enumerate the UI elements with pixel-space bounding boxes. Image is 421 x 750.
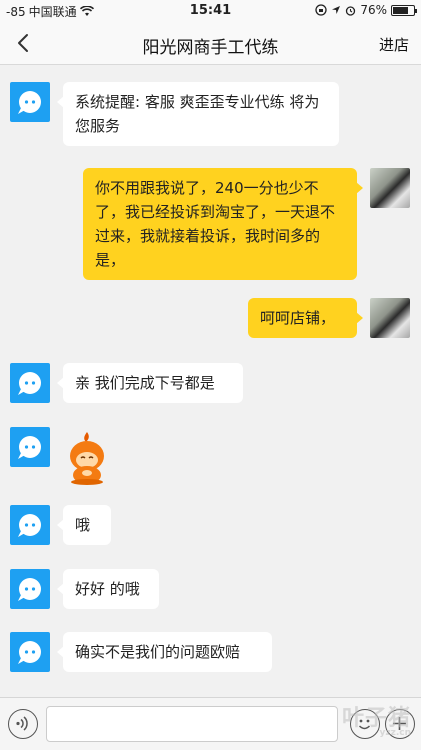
message-bubble[interactable]: 亲 我们完成下号都是 [57, 363, 243, 403]
chat-bot-icon [18, 514, 41, 537]
shop-avatar[interactable] [10, 82, 50, 122]
chat-bot-icon [18, 436, 41, 459]
message-bubble[interactable]: 系统提醒: 客服 爽歪歪专业代练 将为您服务 [57, 82, 339, 146]
nav-bar: 阳光网商手工代练 进店 [0, 22, 421, 65]
page-title: 阳光网商手工代练 [142, 38, 279, 58]
battery-icon [391, 4, 417, 16]
orange-mascot-emoji-icon [70, 432, 104, 485]
battery-fill [393, 6, 409, 14]
status-right: 76% [315, 3, 417, 17]
shop-avatar[interactable] [10, 427, 50, 467]
chat-bot-icon [18, 91, 41, 114]
status-bar: -85 中国联通 15:41 76% [0, 0, 421, 22]
message-text: 确实不是我们的问题欧赔 [75, 643, 241, 661]
voice-button[interactable] [8, 709, 38, 739]
shop-avatar[interactable] [10, 505, 50, 545]
message-bubble[interactable]: 呵呵店铺， [248, 298, 363, 338]
shop-avatar[interactable] [10, 363, 50, 403]
message-bubble[interactable]: 哦 [57, 505, 111, 545]
chat-bot-icon [18, 578, 41, 601]
shop-avatar[interactable] [10, 569, 50, 609]
shop-avatar[interactable] [10, 632, 50, 672]
message-text: 呵呵店铺， [260, 309, 336, 327]
battery-percent: 76% [360, 3, 387, 17]
alarm-icon [346, 5, 356, 16]
my-avatar[interactable] [370, 298, 410, 338]
enter-shop-button[interactable]: 进店 [379, 34, 409, 55]
location-icon [332, 6, 341, 14]
message-text: 亲 我们完成下号都是 [75, 374, 215, 392]
my-avatar[interactable] [370, 168, 410, 208]
message-bubble[interactable]: 确实不是我们的问题欧赔 [57, 632, 272, 672]
message-bubble[interactable]: 好好 的哦 [57, 569, 159, 609]
message-input[interactable] [46, 706, 338, 742]
chat-bot-icon [18, 641, 41, 664]
message-text: 你不用跟我说了，240一分也少不了，我已经投诉到淘宝了，一天退不过来，我就接着投… [95, 179, 336, 269]
emoji-message[interactable] [64, 430, 110, 486]
chat-bot-icon [18, 372, 41, 395]
message-text: 系统提醒: 客服 爽歪歪专业代练 将为您服务 [75, 93, 320, 135]
message-text: 哦 [75, 516, 91, 534]
voice-icon [16, 716, 28, 731]
message-text: 好好 的哦 [75, 580, 140, 598]
watermark: 叶子猪 yzz.cn [342, 700, 411, 738]
message-bubble[interactable]: 你不用跟我说了，240一分也少不了，我已经投诉到淘宝了，一天退不过来，我就接着投… [83, 168, 363, 280]
orientation-lock-icon [315, 4, 327, 16]
